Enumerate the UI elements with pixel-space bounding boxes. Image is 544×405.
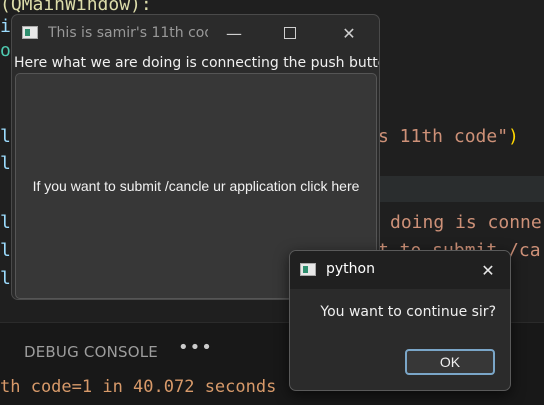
more-actions-icon[interactable]: ••• xyxy=(178,337,213,358)
info-label: Here what we are doing is connecting the… xyxy=(14,55,379,71)
code-string-label: doing is conne xyxy=(390,212,542,233)
close-icon[interactable]: ✕ xyxy=(335,21,363,45)
tab-debug-console[interactable]: DEBUG CONSOLE xyxy=(24,343,158,361)
current-line-highlight xyxy=(378,176,544,202)
code-fragment: l xyxy=(0,126,11,147)
code-paren: ) xyxy=(508,126,519,147)
code-fragment: l xyxy=(0,212,11,233)
minimize-icon[interactable]: — xyxy=(220,21,248,45)
code-fragment: l xyxy=(0,240,11,261)
app-window-icon xyxy=(22,26,38,39)
dialog-close-icon[interactable]: ✕ xyxy=(476,259,500,281)
app-window-title: This is samir's 11th code xyxy=(48,25,208,41)
confirm-dialog: python ✕ You want to continue sir? OK xyxy=(289,250,511,391)
code-fragment: l xyxy=(0,153,11,174)
code-string-text: s 11th code" xyxy=(378,126,509,147)
maximize-icon[interactable] xyxy=(276,21,304,45)
code-fragment: (QMainWindow): xyxy=(0,0,152,15)
dialog-title: python xyxy=(326,261,375,277)
ok-button[interactable]: OK xyxy=(405,349,495,375)
code-fragment: o xyxy=(0,40,11,61)
dialog-message: You want to continue sir? xyxy=(320,304,496,320)
terminal-output-line: th code=1 in 40.072 seconds xyxy=(0,377,277,397)
app-titlebar[interactable]: This is samir's 11th code — ✕ xyxy=(12,15,379,51)
code-fragment: l xyxy=(0,268,11,289)
code-string-window-title: s 11th code") xyxy=(378,126,519,147)
dialog-titlebar[interactable]: python ✕ xyxy=(290,251,510,289)
dialog-window-icon xyxy=(300,263,316,276)
